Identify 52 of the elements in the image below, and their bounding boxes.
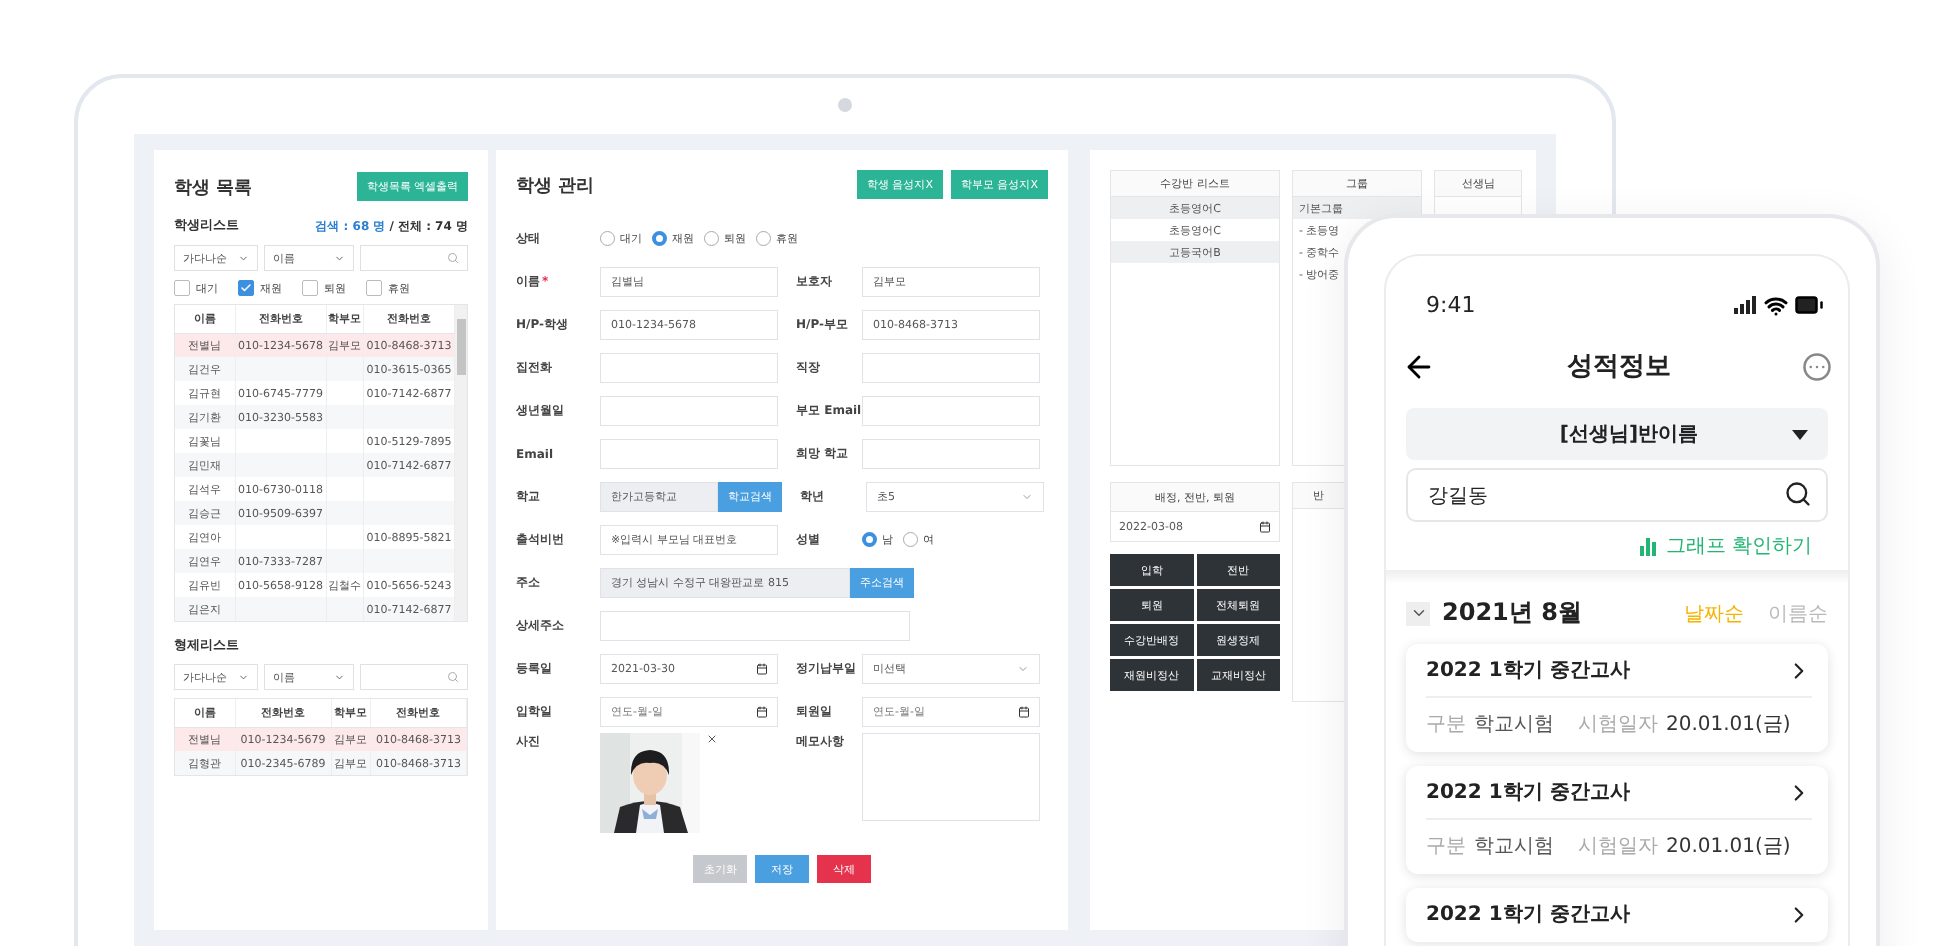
status-time: 9:41 [1426,292,1476,318]
text-field[interactable] [862,352,1040,383]
exam-title: 2022 1학기 중간고사 [1426,780,1630,806]
search-field[interactable] [360,245,468,271]
search-field[interactable]: 강길동 [1406,468,1828,522]
exam-card[interactable]: 2022 1학기 중간고사 구분 학교시험 시험일자 20.01.01(금) [1406,644,1828,752]
exam-date: 20.01.01(금) [1666,712,1791,738]
text-field[interactable] [600,352,778,383]
radio-button[interactable] [862,532,877,547]
radio-button[interactable] [756,231,771,246]
signal-icon [1734,296,1758,314]
text-field[interactable] [600,610,910,641]
meta-label: 시험일자 [1578,834,1658,860]
exam-card[interactable]: 2022 1학기 중간고사 [1406,888,1828,942]
exam-type: 학교시험 [1474,834,1554,860]
radio-button[interactable] [704,231,719,246]
camera-icon [838,98,852,112]
exam-date: 20.01.01(금) [1666,834,1791,860]
text-field[interactable] [862,395,1040,426]
class-select[interactable]: [선생님]반이름 [1406,408,1828,460]
panel-title: 학생 목록 [174,174,253,199]
radio-button[interactable] [652,231,667,246]
scrollbar[interactable] [455,305,467,621]
wifi-icon [1764,293,1788,317]
collapse-button[interactable] [1406,601,1430,625]
memo-field[interactable] [862,733,1040,821]
exam-type: 학교시험 [1474,712,1554,738]
radio-button[interactable] [903,532,918,547]
caret-icon [1792,429,1808,439]
radio-button[interactable] [600,231,615,246]
more-icon[interactable] [1802,351,1832,381]
search-field[interactable] [360,664,468,690]
meta-label: 구분 [1426,834,1466,860]
exam-card[interactable]: 2022 1학기 중간고사 구분 학교시험 시험일자 20.01.01(금) [1406,766,1828,874]
search-icon [1784,480,1812,508]
text-field[interactable] [862,438,1040,469]
meta-label: 시험일자 [1578,712,1658,738]
checkbox[interactable] [174,280,190,296]
chevron-down-icon [1409,604,1427,622]
month-heading: 2021년 8월 [1442,596,1584,630]
panel-title: 학생 관리 [516,172,595,197]
screen-title: 성적정보 [1567,350,1671,384]
exam-title: 2022 1학기 중간고사 [1426,902,1630,928]
checkbox[interactable] [302,280,318,296]
checkbox[interactable] [366,280,382,296]
text-field[interactable] [600,395,778,426]
exam-title: 2022 1학기 중간고사 [1426,658,1630,684]
bar-chart-icon [1639,537,1658,555]
battery-icon [1794,290,1824,320]
checkbox[interactable] [238,280,254,296]
text-field[interactable] [600,438,778,469]
meta-label: 구분 [1426,712,1466,738]
